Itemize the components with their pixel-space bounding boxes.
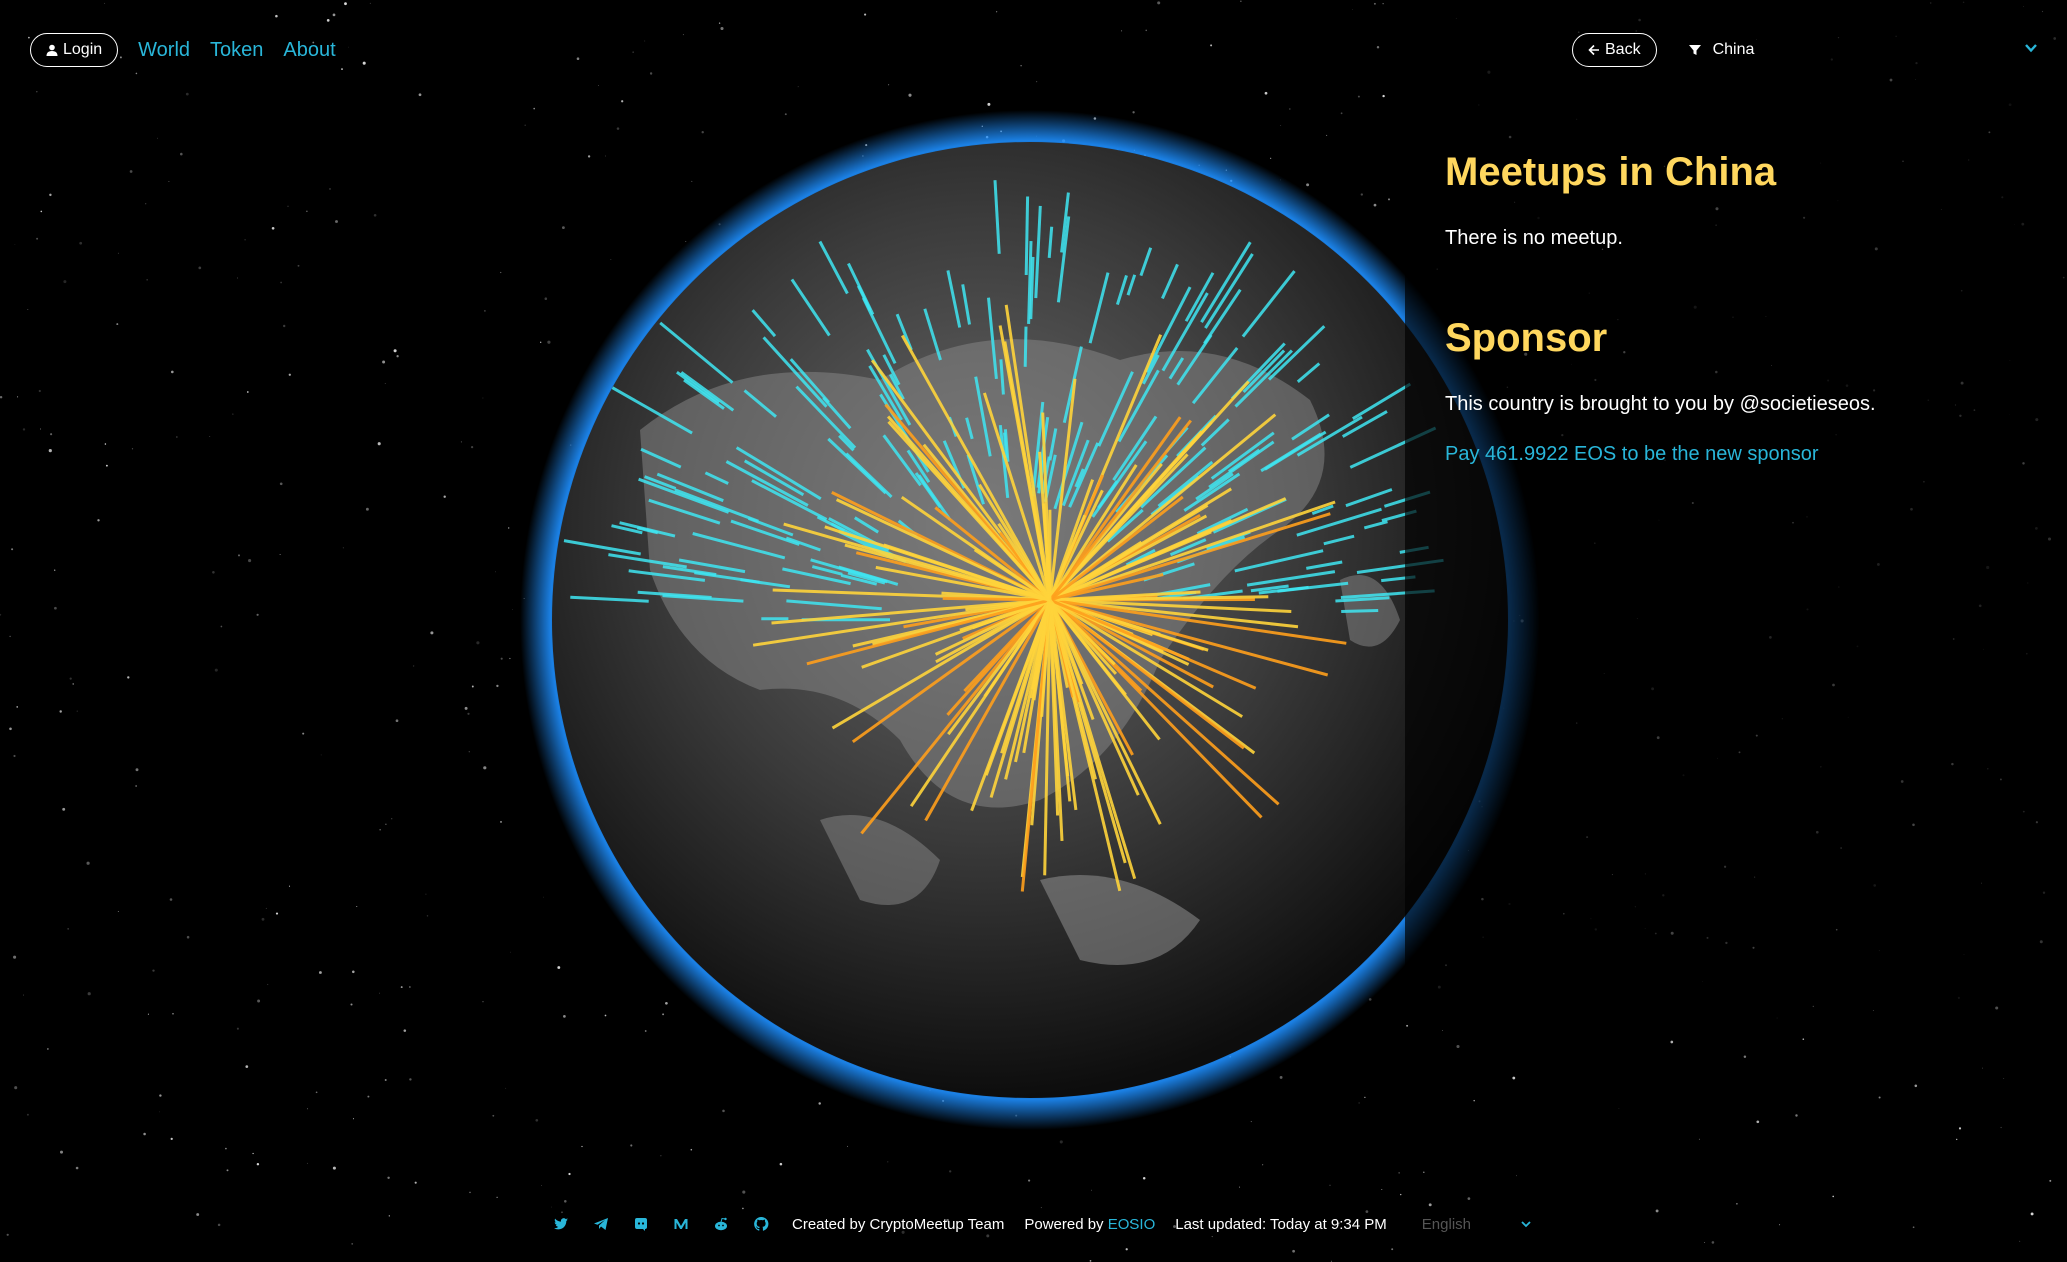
top-navigation: Login World Token About	[30, 32, 336, 68]
back-button[interactable]: Back	[1572, 33, 1657, 67]
selected-country: China	[1712, 41, 1755, 58]
github-icon[interactable]	[752, 1215, 770, 1233]
country-select[interactable]: China	[1687, 41, 1755, 59]
created-by-text: Created by CryptoMeetup Team	[792, 1215, 1005, 1233]
language-select[interactable]: English	[1422, 1216, 1532, 1233]
data-bar	[1024, 196, 1030, 276]
become-sponsor-link[interactable]: Pay 461.9922 EOS to be the new sponsor	[1445, 443, 1819, 465]
user-icon	[46, 44, 58, 56]
data-bar	[942, 596, 1051, 602]
globe-visualization[interactable]	[520, 100, 1540, 1140]
login-button[interactable]: Login	[30, 33, 119, 67]
filter-icon	[1688, 45, 1701, 55]
nav-link-token[interactable]: Token	[210, 39, 263, 62]
footer: Created by CryptoMeetup Team Powered by …	[552, 1212, 1532, 1236]
back-label: Back	[1605, 41, 1641, 58]
medium-icon[interactable]	[672, 1215, 690, 1233]
meetups-title: Meetups in China	[1445, 142, 2035, 202]
discord-icon[interactable]	[632, 1215, 650, 1233]
powered-prefix: Powered by	[1024, 1215, 1104, 1233]
nav-link-about[interactable]: About	[283, 39, 335, 62]
data-bar	[1341, 609, 1379, 613]
chevron-down-icon[interactable]	[2023, 40, 2039, 56]
data-bar	[1023, 326, 1028, 367]
meetups-country: China	[1665, 150, 1777, 194]
powered-by: Powered by EOSIO	[1024, 1216, 1155, 1233]
arrow-left-icon	[1588, 44, 1599, 56]
nav-link-world[interactable]: World	[138, 39, 190, 62]
eosio-link[interactable]: EOSIO	[1108, 1216, 1156, 1233]
no-meetup-text: There is no meetup.	[1445, 227, 1623, 249]
reddit-icon[interactable]	[712, 1215, 730, 1233]
sponsor-text: This country is brought to you by @socie…	[1445, 393, 1876, 415]
language-label: English	[1421, 1215, 1471, 1233]
twitter-icon[interactable]	[552, 1215, 570, 1233]
panel-content: Meetups in China There is no meetup. Spo…	[1445, 142, 2035, 468]
sponsor-heading: Sponsor	[1445, 316, 1608, 360]
meetups-prefix: Meetups in	[1445, 150, 1654, 194]
last-updated-text: Last updated: Today at 9:34 PM	[1175, 1215, 1387, 1233]
panel-toolbar: Back China	[1572, 32, 1754, 68]
login-label: Login	[63, 41, 103, 58]
chevron-down-icon	[1521, 1221, 1531, 1228]
telegram-icon[interactable]	[592, 1215, 610, 1233]
